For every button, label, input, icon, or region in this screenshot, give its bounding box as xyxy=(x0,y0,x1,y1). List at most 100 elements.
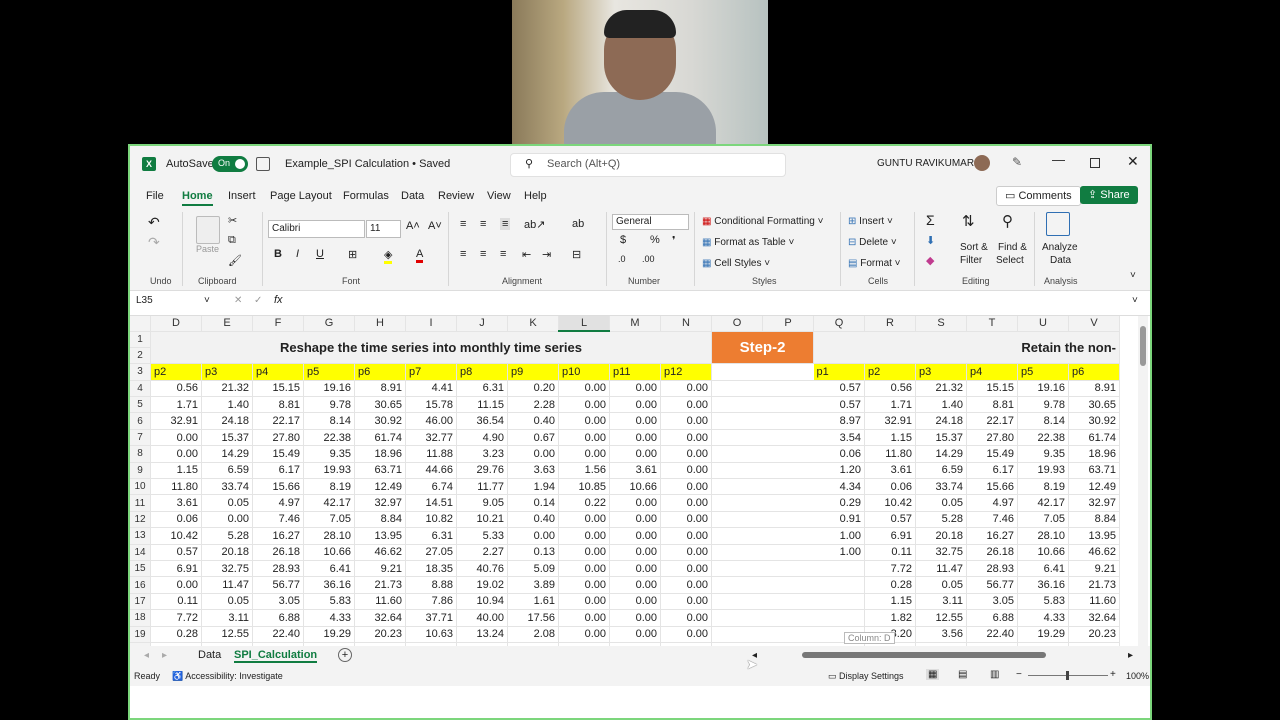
find-select-icon[interactable]: ⚲ xyxy=(1002,212,1013,230)
cell[interactable]: 0.00 xyxy=(609,412,661,430)
cell[interactable]: 0.00 xyxy=(660,412,712,430)
cell[interactable]: 15.49 xyxy=(252,445,304,463)
accessibility-status[interactable]: ♿ Accessibility: Investigate xyxy=(172,671,283,682)
next-sheet-icon[interactable]: ▸ xyxy=(162,650,167,661)
cell[interactable]: 15.66 xyxy=(252,478,304,496)
cell[interactable]: 1.71 xyxy=(864,396,916,414)
cell[interactable]: 5.83 xyxy=(303,593,355,611)
cell[interactable]: 27.05 xyxy=(405,544,457,561)
sort-filter-label[interactable]: Sort & xyxy=(960,242,988,253)
cell[interactable]: 61.74 xyxy=(1068,429,1120,447)
cell[interactable] xyxy=(711,478,763,496)
cell[interactable]: 11.80 xyxy=(150,478,202,496)
cell[interactable]: 4.33 xyxy=(1017,609,1069,627)
cell[interactable]: 11.60 xyxy=(1068,593,1120,611)
cell[interactable]: 10.42 xyxy=(864,494,916,512)
cell[interactable] xyxy=(762,380,814,398)
cell[interactable]: 0.00 xyxy=(558,380,610,398)
zoom-in-icon[interactable]: + xyxy=(1110,669,1116,680)
cell[interactable]: 32.91 xyxy=(864,412,916,430)
cell[interactable]: 32.97 xyxy=(354,494,406,512)
font-size-select[interactable]: 11 xyxy=(366,220,401,238)
cell[interactable]: 33.74 xyxy=(201,478,253,496)
page-break-view-icon[interactable]: ▥ xyxy=(990,669,999,680)
pen-icon[interactable]: ✎ xyxy=(1012,155,1022,169)
cell[interactable]: 1.40 xyxy=(915,396,967,414)
cell[interactable]: 3.61 xyxy=(864,462,916,480)
cell[interactable]: 21.32 xyxy=(201,380,253,398)
cell[interactable]: 3.05 xyxy=(252,593,304,611)
cell[interactable]: 29.76 xyxy=(456,462,508,480)
bold-icon[interactable]: B xyxy=(274,248,282,260)
cell[interactable]: 4.97 xyxy=(252,494,304,512)
row-header[interactable]: 2 xyxy=(130,347,151,365)
cell[interactable]: 12.55 xyxy=(201,626,253,643)
cell[interactable]: 9.78 xyxy=(1017,396,1069,414)
cell[interactable]: 21.73 xyxy=(1068,576,1120,594)
cell[interactable]: 1.15 xyxy=(864,429,916,447)
cell[interactable]: 15.15 xyxy=(252,380,304,398)
cell[interactable]: 33.74 xyxy=(915,478,967,496)
cell[interactable] xyxy=(762,527,814,545)
cell[interactable]: 10.66 xyxy=(303,544,355,561)
cell[interactable]: 0.57 xyxy=(813,396,865,414)
cell[interactable]: 10.42 xyxy=(150,527,202,545)
cell[interactable]: 0.00 xyxy=(558,560,610,578)
cell[interactable]: 0.00 xyxy=(609,511,661,529)
cell[interactable]: 26.18 xyxy=(252,544,304,561)
cell[interactable]: 1.40 xyxy=(201,396,253,414)
cell[interactable]: 15.78 xyxy=(405,396,457,414)
cell[interactable]: 0.00 xyxy=(660,560,712,578)
cell[interactable] xyxy=(762,396,814,414)
cell[interactable]: 0.00 xyxy=(660,445,712,463)
cell[interactable]: 3.05 xyxy=(966,593,1018,611)
column-header[interactable]: V xyxy=(1068,316,1120,332)
grow-font-icon[interactable]: A˄ xyxy=(406,220,420,232)
cell[interactable]: 18.35 xyxy=(405,560,457,578)
cell[interactable]: 9.35 xyxy=(303,445,355,463)
tab-view[interactable]: View xyxy=(487,190,511,202)
cell[interactable]: 8.91 xyxy=(1068,380,1120,398)
period-header[interactable]: p12 xyxy=(660,363,712,381)
cell[interactable]: 0.00 xyxy=(558,429,610,447)
cell[interactable]: 3.11 xyxy=(201,609,253,627)
cell[interactable]: 21.32 xyxy=(915,380,967,398)
cell[interactable]: 30.65 xyxy=(354,396,406,414)
cell[interactable]: 22.40 xyxy=(252,626,304,643)
row-header[interactable]: 16 xyxy=(130,576,151,594)
cell[interactable] xyxy=(711,544,763,561)
cell[interactable]: 0.05 xyxy=(201,593,253,611)
row-header[interactable]: 7 xyxy=(130,429,151,447)
decrease-indent-icon[interactable]: ⇤ xyxy=(522,248,531,261)
row-header[interactable]: 6 xyxy=(130,412,151,430)
cell[interactable]: 0.00 xyxy=(558,544,610,561)
cell[interactable]: 0.00 xyxy=(558,593,610,611)
cell[interactable]: 4.41 xyxy=(405,380,457,398)
period-header[interactable]: p5 xyxy=(303,363,355,381)
cell[interactable]: 21.73 xyxy=(354,576,406,594)
cell[interactable]: 0.00 xyxy=(660,609,712,627)
cell[interactable] xyxy=(711,626,763,643)
autosave-toggle[interactable]: On xyxy=(212,156,248,172)
cell[interactable]: 0.00 xyxy=(609,576,661,594)
cell[interactable]: 11.47 xyxy=(915,560,967,578)
cell[interactable]: 2.28 xyxy=(507,396,559,414)
cell[interactable]: 32.64 xyxy=(1068,609,1120,627)
cell[interactable]: 40.00 xyxy=(456,609,508,627)
align-middle-icon[interactable]: ≡ xyxy=(480,218,486,230)
cell[interactable]: 10.66 xyxy=(609,478,661,496)
cell[interactable] xyxy=(762,544,814,561)
row-header[interactable]: 10 xyxy=(130,478,151,496)
cell[interactable]: 9.05 xyxy=(456,494,508,512)
cell[interactable]: 18.96 xyxy=(1068,445,1120,463)
cell[interactable]: 1.82 xyxy=(864,609,916,627)
cell[interactable]: 0.00 xyxy=(609,396,661,414)
cell[interactable]: 4.97 xyxy=(966,494,1018,512)
cell[interactable]: 6.59 xyxy=(915,462,967,480)
cell[interactable]: 0.05 xyxy=(915,576,967,594)
cell[interactable] xyxy=(711,576,763,594)
cell[interactable] xyxy=(762,511,814,529)
font-color-icon[interactable]: A xyxy=(416,248,424,263)
font-name-select[interactable]: Calibri xyxy=(268,220,365,238)
horizontal-scrollbar[interactable] xyxy=(770,650,1130,660)
